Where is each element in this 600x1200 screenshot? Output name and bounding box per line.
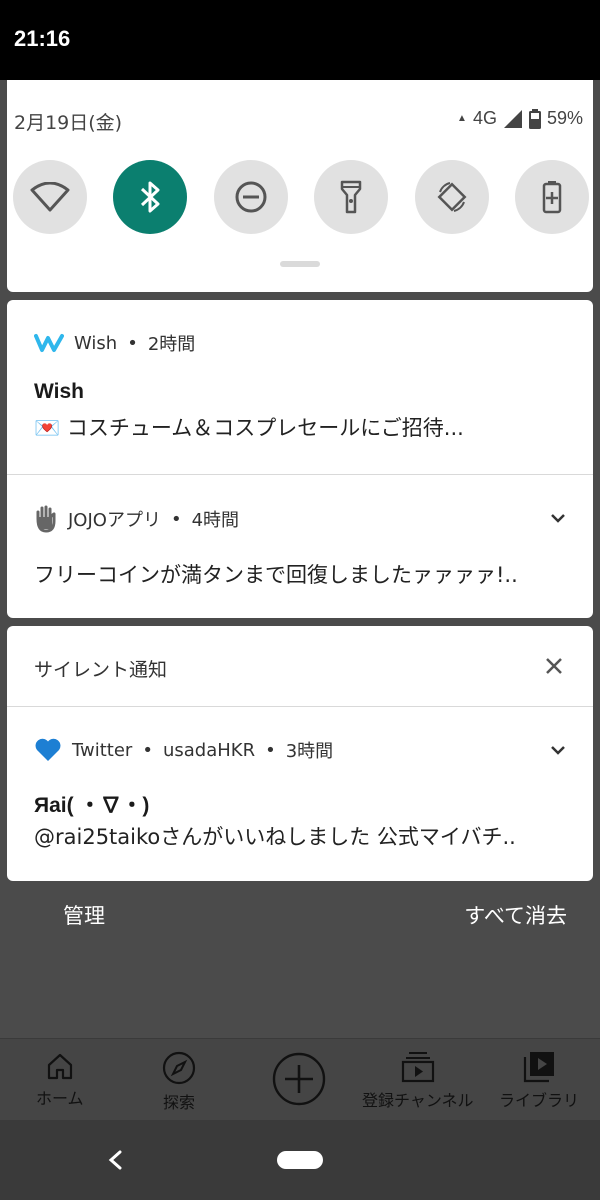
data-activity-icon: ▲: [457, 113, 467, 124]
battery-saver-tile[interactable]: [514, 160, 589, 234]
notification-title: Wish: [34, 380, 84, 403]
home-pill[interactable]: [277, 1151, 323, 1169]
battery-icon: [528, 108, 541, 129]
wish-logo-icon: [34, 334, 64, 352]
chevron-down-icon[interactable]: [551, 513, 565, 523]
notification-twitter[interactable]: Twitter • usadaHKR • 3時間 Яai( ・∇・) @rai2…: [7, 707, 593, 881]
system-navigation-bar: [0, 1120, 600, 1200]
auto-rotate-tile[interactable]: [414, 160, 489, 234]
signal-icon: [503, 109, 522, 128]
separator-dot: •: [127, 332, 138, 354]
battery-percent: 59%: [546, 108, 583, 128]
nav-explore[interactable]: 探索: [162, 1051, 196, 1113]
quick-settings-panel: 2月19日(金) ▲ 4G 59%: [7, 80, 593, 292]
account-name: usadaHKR: [162, 739, 256, 761]
qs-drag-handle[interactable]: [280, 261, 320, 267]
notification-time: 2時間: [147, 334, 196, 355]
home-icon: [47, 1053, 72, 1080]
notification-group: Wish • 2時間 Wish 💌 コスチューム＆コスプレセールにご招待... …: [7, 300, 593, 618]
notification-body: @rai25taikoさんがいいねしました 公式マイバチ..: [34, 825, 516, 849]
notification-title: Яai( ・∇・): [34, 794, 150, 817]
chevron-down-icon[interactable]: [551, 745, 565, 755]
heart-icon: [35, 738, 61, 761]
do-not-disturb-tile[interactable]: [213, 160, 288, 234]
nav-library[interactable]: ライブラリ: [499, 1051, 579, 1111]
app-name: Wish: [74, 332, 118, 354]
library-icon: [523, 1052, 554, 1083]
app-name: Twitter: [72, 739, 133, 761]
system-icons: ▲ 4G 59%: [457, 108, 583, 129]
nav-subscriptions[interactable]: 登録チャンネル: [362, 1051, 474, 1111]
bluetooth-tile[interactable]: [113, 160, 188, 234]
nav-label: ライブラリ: [499, 1091, 580, 1110]
flashlight-tile[interactable]: [314, 160, 389, 234]
status-time: 21:16: [14, 26, 71, 51]
notification-header: Wish • 2時間: [34, 330, 195, 356]
nav-label: ホーム: [36, 1089, 84, 1108]
separator-dot: •: [265, 739, 276, 761]
wifi-tile[interactable]: [13, 160, 87, 234]
flashlight-icon: [340, 180, 362, 214]
notification-time: 3時間: [285, 741, 334, 762]
app-name: JOJOアプリ: [68, 510, 161, 531]
nav-create[interactable]: [271, 1051, 327, 1111]
notification-time: 4時間: [191, 510, 240, 531]
separator-dot: •: [170, 508, 182, 530]
notification-body: フリーコインが満タンまで回復しましたァァァァ!..: [34, 563, 518, 587]
explore-icon: [162, 1051, 196, 1085]
auto-rotate-icon: [437, 182, 467, 212]
network-type: 4G: [472, 108, 497, 128]
hand-icon: [36, 505, 56, 533]
notification-body: 💌 コスチューム＆コスプレセールにご招待...: [34, 416, 464, 440]
separator-dot: •: [142, 739, 153, 761]
battery-saver-icon: [542, 181, 562, 214]
bluetooth-icon: [141, 181, 160, 213]
silent-notification-group: サイレント通知 Twitter • usadaHKR • 3時間 Яai( ・∇…: [7, 626, 593, 881]
notification-jojo[interactable]: JOJOアプリ • 4時間 フリーコインが満タンまで回復しましたァァァァ!..: [7, 475, 593, 618]
notification-wish[interactable]: Wish • 2時間 Wish 💌 コスチューム＆コスプレセールにご招待...: [7, 300, 593, 474]
notification-header: Twitter • usadaHKR • 3時間: [34, 737, 333, 763]
qs-date[interactable]: 2月19日(金): [14, 108, 122, 135]
section-header: サイレント通知: [34, 659, 168, 681]
nav-label: 登録チャンネル: [362, 1091, 474, 1110]
nav-home[interactable]: ホーム: [36, 1051, 84, 1109]
manage-button[interactable]: 管理: [63, 900, 105, 930]
wifi-icon: [30, 182, 70, 212]
qs-tiles: [13, 160, 589, 234]
close-icon[interactable]: [545, 657, 563, 675]
back-icon[interactable]: [108, 1150, 122, 1170]
app-bottom-nav: ホーム 探索 登録チャンネル ライブラリ: [0, 1038, 600, 1121]
nav-label: 探索: [162, 1093, 195, 1112]
status-bar: 21:16: [0, 0, 600, 80]
add-icon: [272, 1052, 326, 1106]
do-not-disturb-icon: [235, 181, 267, 213]
subscriptions-icon: [401, 1052, 434, 1083]
clear-all-button[interactable]: すべて消去: [464, 900, 567, 930]
notification-header: JOJOアプリ • 4時間: [34, 505, 239, 533]
